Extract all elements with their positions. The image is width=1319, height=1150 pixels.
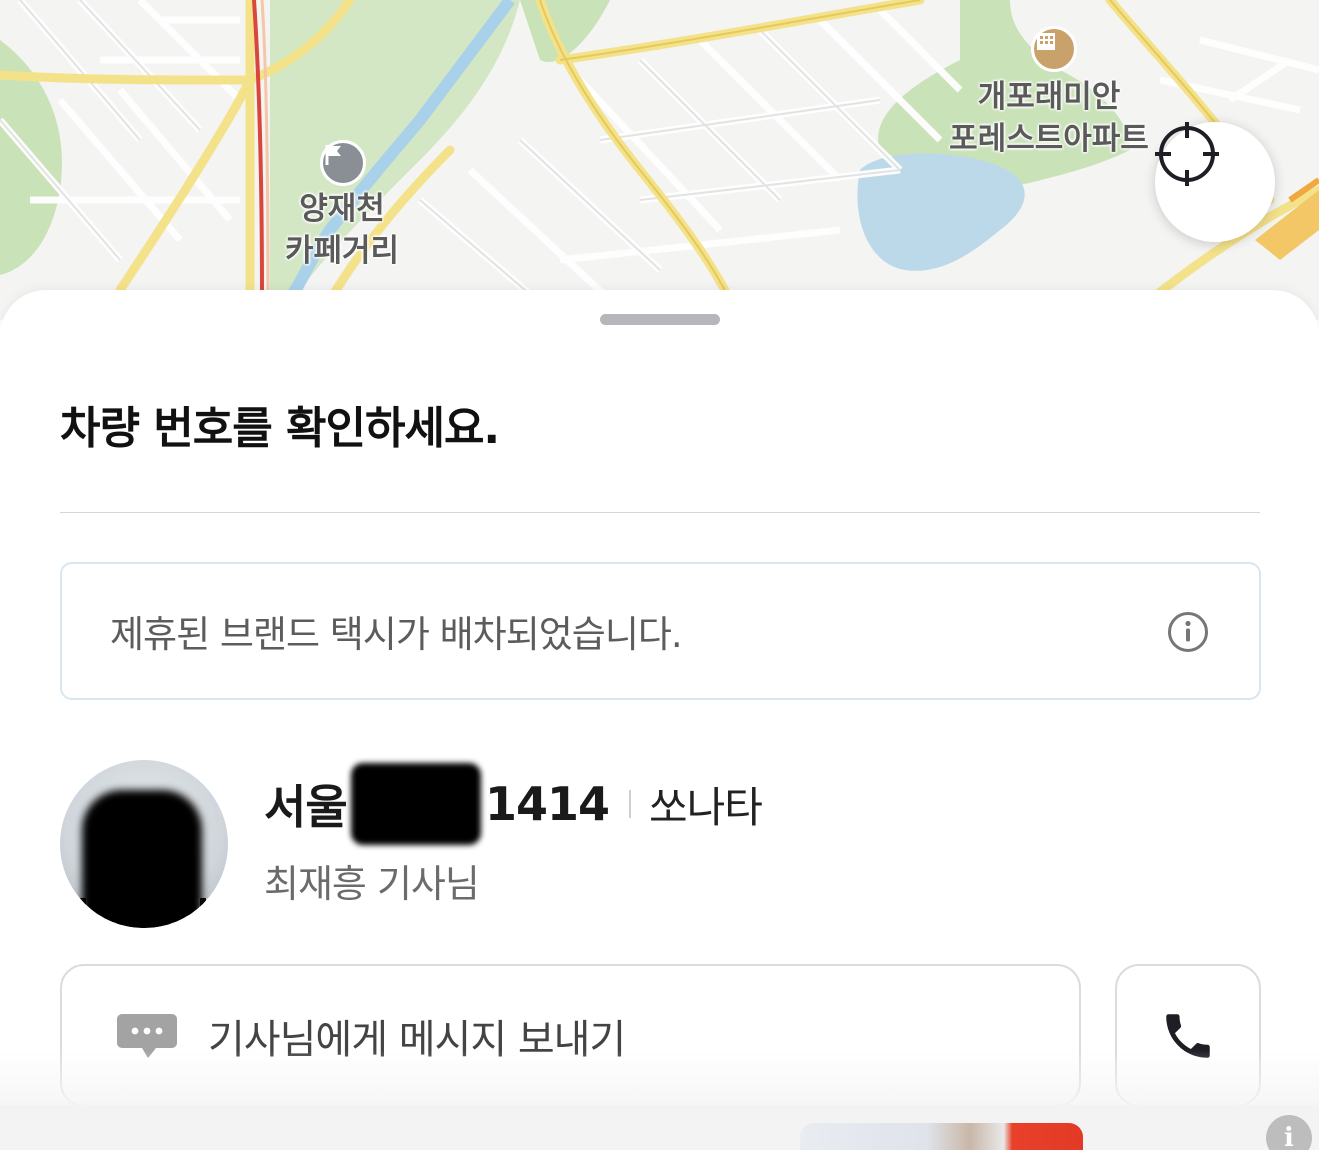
brand-taxi-notice[interactable]: 제휴된 브랜드 택시가 배차되었습니다. — [60, 562, 1261, 700]
ad-info-icon[interactable]: i — [1266, 1115, 1312, 1150]
ad-info-label: i — [1284, 1123, 1294, 1150]
info-icon[interactable] — [1167, 611, 1209, 653]
map-view[interactable]: 양재천 카페거리 개포래미안 포레스트아파트 — [0, 0, 1319, 320]
plate-number: 1414 — [485, 777, 610, 831]
car-model: 쏘나타 — [649, 782, 763, 832]
poi-line1: 개포래미안 — [977, 79, 1121, 115]
map-background — [0, 0, 1319, 320]
ride-info-sheet: 차량 번호를 확인하세요. 제휴된 브랜드 택시가 배차되었습니다. 서울 33… — [0, 290, 1319, 1150]
ad-thumbnail[interactable] — [800, 1123, 1083, 1150]
building-icon[interactable] — [1031, 26, 1077, 72]
poi-label-apartment[interactable]: 개포래미안 포레스트아파트 — [938, 76, 1160, 160]
plate-city: 서울 — [264, 780, 348, 834]
separator — [629, 790, 632, 818]
vehicle-plate-row: 서울 33 사 1414 쏘나타 — [264, 771, 763, 837]
divider — [60, 512, 1260, 513]
plate-middle-redacted: 33 사 — [355, 771, 477, 837]
driver-avatar — [60, 760, 228, 928]
driver-name: 최재흥 기사님 — [264, 862, 480, 906]
avatar-redaction — [82, 790, 202, 928]
notice-text: 제휴된 브랜드 택시가 배차되었습니다. — [110, 613, 683, 656]
poi-line2: 카페거리 — [284, 233, 400, 269]
poi-line1: 양재천 — [299, 191, 385, 227]
plate-middle: 33 사 — [356, 780, 476, 834]
poi-line2: 포레스트아파트 — [949, 121, 1149, 157]
poi-label-cafe-street[interactable]: 양재천 카페거리 — [272, 188, 412, 272]
flag-icon[interactable] — [320, 140, 366, 186]
bottom-fade — [0, 1050, 1319, 1110]
page-title: 차량 번호를 확인하세요. — [60, 403, 500, 454]
crosshair-icon — [1155, 122, 1219, 186]
current-location-button[interactable] — [1155, 122, 1275, 242]
sheet-drag-handle[interactable] — [600, 314, 720, 325]
ad-banner-area: i — [0, 1105, 1319, 1150]
